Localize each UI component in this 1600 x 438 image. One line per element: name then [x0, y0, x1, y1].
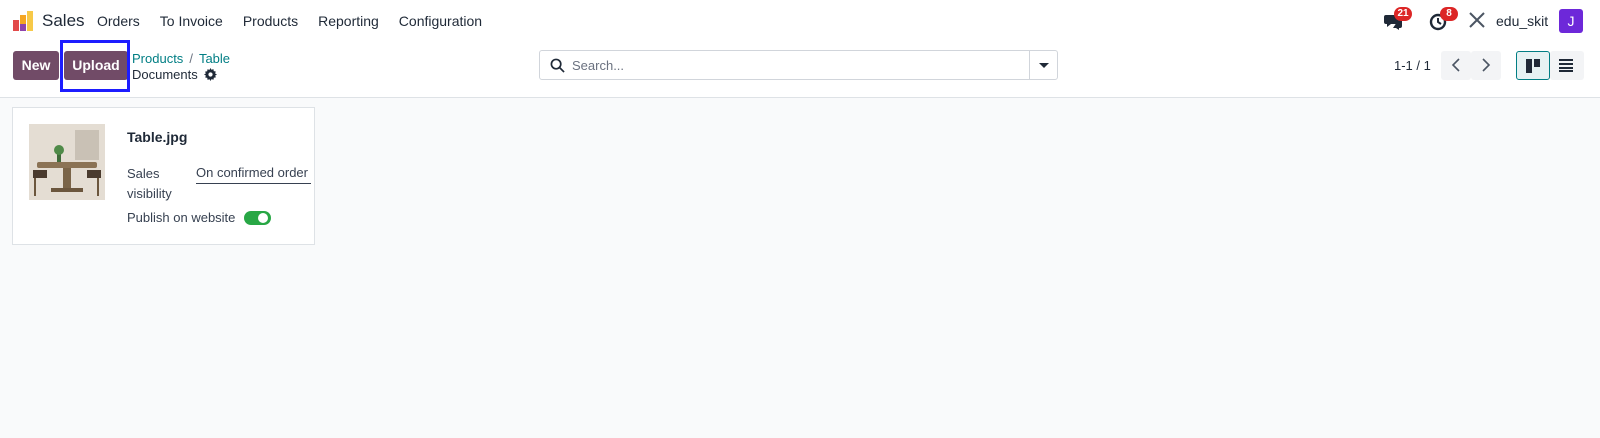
list-icon [1559, 59, 1573, 72]
page-title-text: Documents [132, 67, 198, 82]
search-options-toggle[interactable] [1029, 51, 1057, 79]
kanban-icon [1526, 59, 1540, 73]
kanban-view-button[interactable] [1516, 51, 1550, 80]
breadcrumb-products[interactable]: Products [132, 51, 183, 66]
page-title: Documents [132, 67, 217, 82]
pager-next-button[interactable] [1471, 51, 1501, 80]
pager-value[interactable]: 1-1 / 1 [1394, 58, 1431, 73]
sales-visibility-label: Sales visibility [127, 166, 172, 201]
menu-orders[interactable]: Orders [97, 13, 140, 29]
document-card[interactable]: Table.jpg Sales visibility On confirmed … [12, 107, 315, 245]
gear-icon[interactable] [203, 68, 217, 81]
document-title[interactable]: Table.jpg [127, 129, 187, 145]
sales-app-icon[interactable] [12, 10, 34, 32]
tools-icon [1469, 12, 1485, 28]
pager-previous-button[interactable] [1441, 51, 1471, 80]
messages-badge: 21 [1394, 7, 1412, 21]
sales-visibility-select[interactable]: On confirmed order [196, 164, 311, 184]
document-thumbnail[interactable] [29, 124, 105, 200]
main-menu: Orders To Invoice Products Reporting Con… [97, 13, 502, 29]
breadcrumb-separator: / [189, 51, 193, 66]
breadcrumb-table[interactable]: Table [199, 51, 230, 66]
user-name[interactable]: edu_skit [1496, 13, 1548, 29]
list-view-button[interactable] [1550, 51, 1584, 80]
search-icon [550, 58, 565, 73]
publish-on-website-label: Publish on website [127, 210, 236, 225]
chevron-left-icon [1451, 58, 1460, 72]
control-panel: New Upload Products/Table Documents 1-1 … [0, 40, 1600, 98]
chevron-right-icon [1482, 58, 1491, 72]
menu-reporting[interactable]: Reporting [318, 13, 379, 29]
new-button[interactable]: New [13, 51, 59, 80]
menu-configuration[interactable]: Configuration [399, 13, 482, 29]
search-input[interactable] [572, 51, 1012, 79]
breadcrumb: Products / Table [132, 51, 230, 66]
publish-on-website-toggle[interactable] [244, 211, 271, 225]
activities-badge: 8 [1440, 7, 1458, 21]
messages-button[interactable]: 21 [1383, 7, 1412, 33]
upload-highlight-box [60, 40, 130, 92]
table-image-icon [29, 124, 105, 200]
app-name[interactable]: Sales [42, 11, 85, 31]
debug-tools-button[interactable] [1468, 11, 1490, 33]
activities-button[interactable]: 8 [1429, 7, 1458, 33]
search-bar [539, 50, 1058, 80]
menu-to-invoice[interactable]: To Invoice [160, 13, 223, 29]
menu-products[interactable]: Products [243, 13, 298, 29]
top-navbar: Sales Orders To Invoice Products Reporti… [0, 0, 1600, 42]
avatar[interactable]: J [1559, 9, 1583, 33]
